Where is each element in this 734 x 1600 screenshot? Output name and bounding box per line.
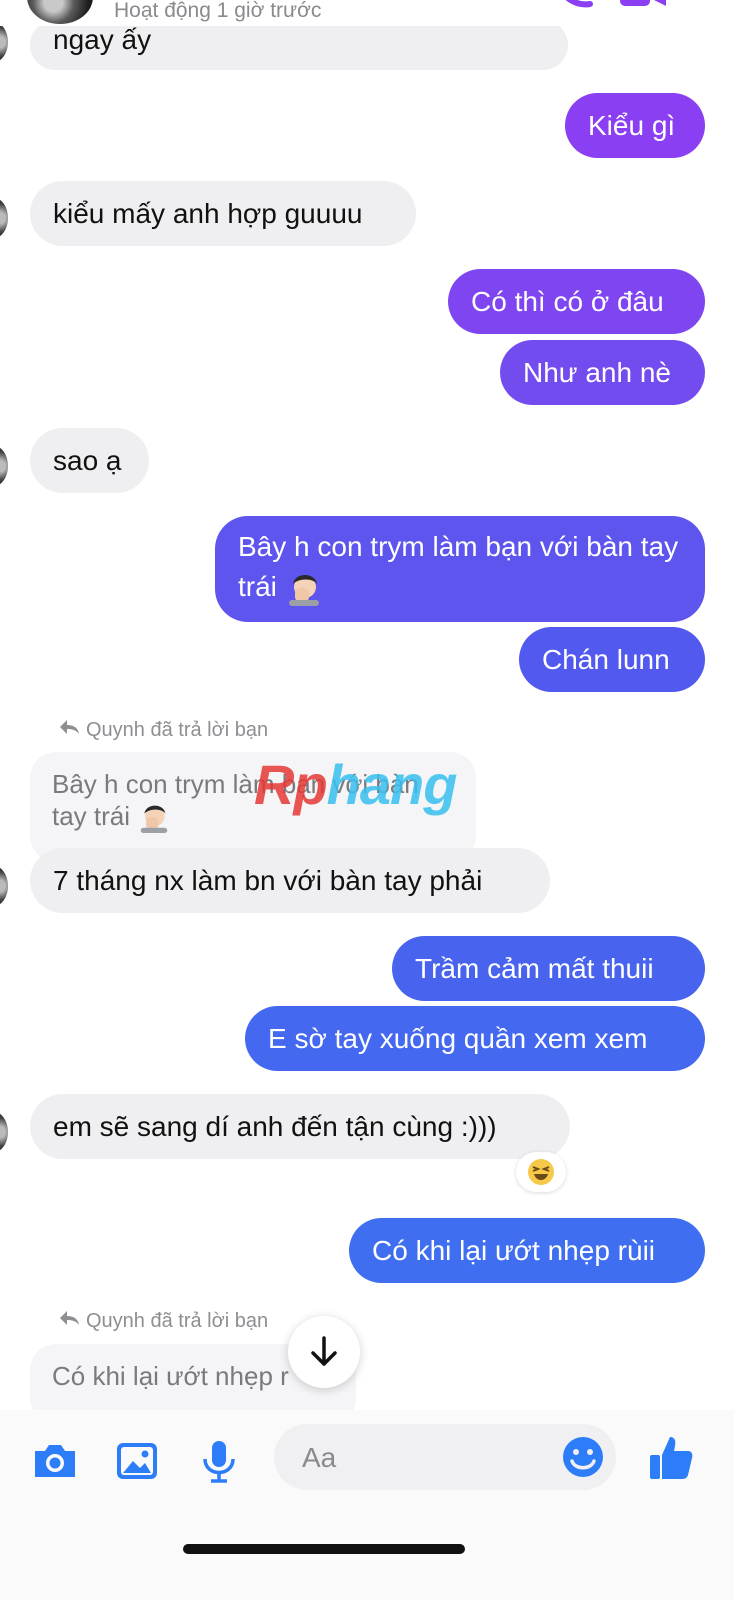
composer-bar	[0, 1410, 734, 1600]
message-text: Chán lunn	[542, 644, 670, 675]
laughing-squint-emoji-icon	[528, 1159, 554, 1185]
voice-button[interactable]	[194, 1436, 244, 1486]
message-bubble-incoming[interactable]: em sẽ sang dí anh đến tận cùng :)))	[30, 1094, 570, 1159]
reply-arrow-icon	[60, 720, 79, 734]
home-indicator	[183, 1544, 465, 1554]
message-text: Có thì có ở đâu	[471, 286, 664, 317]
message-text: 7 tháng nx làm bn với bàn tay phải	[53, 865, 483, 896]
quoted-text: Có khi lại ướt nhẹp r	[52, 1361, 289, 1391]
arrow-down-icon	[311, 1336, 337, 1366]
reply-note: Quynh đã trả lời bạn	[58, 718, 268, 742]
reply-note-text: Quynh đã trả lời bạn	[86, 719, 269, 741]
message-bubble-outgoing[interactable]: E sờ tay xuống quần xem xem	[245, 1006, 705, 1071]
message-input-container[interactable]	[274, 1424, 616, 1490]
reply-arrow-icon	[60, 1311, 79, 1325]
message-bubble-incoming[interactable]: ngay ấy	[30, 20, 568, 70]
contact-avatar[interactable]	[27, 0, 93, 24]
image-icon	[117, 1443, 157, 1479]
message-bubble-outgoing[interactable]: Như anh nè	[500, 340, 705, 405]
message-reaction[interactable]	[516, 1152, 566, 1192]
camera-icon	[35, 1445, 75, 1477]
message-bubble-outgoing[interactable]: Bây h con trym làm bạn với bàn tay trái	[215, 516, 705, 622]
message-bubble-incoming[interactable]: sao ạ	[30, 428, 149, 493]
gallery-button[interactable]	[112, 1436, 162, 1486]
message-bubble-outgoing[interactable]: Có khi lại ướt nhẹp rùii	[349, 1218, 705, 1283]
camera-button[interactable]	[30, 1436, 80, 1486]
sender-avatar[interactable]	[0, 22, 8, 62]
video-call-icon[interactable]	[616, 0, 670, 10]
scroll-to-bottom-button[interactable]	[288, 1316, 360, 1388]
like-button[interactable]	[646, 1432, 696, 1482]
message-bubble-outgoing[interactable]: Trầm cảm mất thuii	[392, 936, 705, 1001]
message-bubble-outgoing[interactable]: Kiểu gì	[565, 93, 705, 158]
reply-note-text: Quynh đã trả lời bạn	[86, 1310, 269, 1332]
chat-screen: Hoạt động 1 giờ trước ngay ấy Kiểu gì ki…	[0, 0, 734, 1600]
thumbs-up-icon	[650, 1437, 693, 1479]
sender-avatar[interactable]	[0, 446, 8, 486]
watermark-part-1: Rp	[254, 753, 328, 816]
message-text: Như anh nè	[523, 357, 671, 388]
face-palm-emoji-icon	[141, 805, 168, 834]
message-bubble-incoming[interactable]: kiểu mấy anh hợp guuuu	[30, 181, 416, 246]
message-bubble-outgoing[interactable]: Có thì có ở đâu	[448, 269, 705, 334]
sender-avatar[interactable]	[0, 866, 8, 906]
watermark-part-2: hang	[326, 753, 458, 816]
microphone-icon	[203, 1441, 235, 1483]
sender-avatar[interactable]	[0, 198, 8, 238]
watermark-logo: Rphang	[254, 752, 458, 817]
message-text: E sờ tay xuống quần xem xem	[268, 1023, 648, 1054]
sender-avatar[interactable]	[0, 1112, 8, 1152]
emoji-button[interactable]	[560, 1434, 606, 1480]
message-bubble-incoming[interactable]: 7 tháng nx làm bn với bàn tay phải	[30, 848, 550, 913]
emoji-icon	[563, 1437, 603, 1477]
message-text: sao ạ	[53, 445, 122, 476]
chat-header: Hoạt động 1 giờ trước	[0, 0, 734, 26]
face-palm-emoji-icon	[288, 574, 319, 606]
message-text: em sẽ sang dí anh đến tận cùng :)))	[53, 1111, 497, 1142]
call-icon[interactable]	[556, 0, 596, 10]
active-status: Hoạt động 1 giờ trước	[114, 0, 322, 22]
message-text: Kiểu gì	[588, 110, 676, 141]
message-text: Có khi lại ướt nhẹp rùii	[372, 1235, 656, 1266]
message-text: ngay ấy	[53, 24, 152, 55]
message-input[interactable]	[300, 1434, 554, 1482]
message-text: Trầm cảm mất thuii	[415, 953, 654, 984]
reply-note: Quynh đã trả lời bạn	[58, 1309, 268, 1333]
message-text: kiểu mấy anh hợp guuuu	[53, 198, 363, 229]
message-bubble-outgoing[interactable]: Chán lunn	[519, 627, 705, 692]
